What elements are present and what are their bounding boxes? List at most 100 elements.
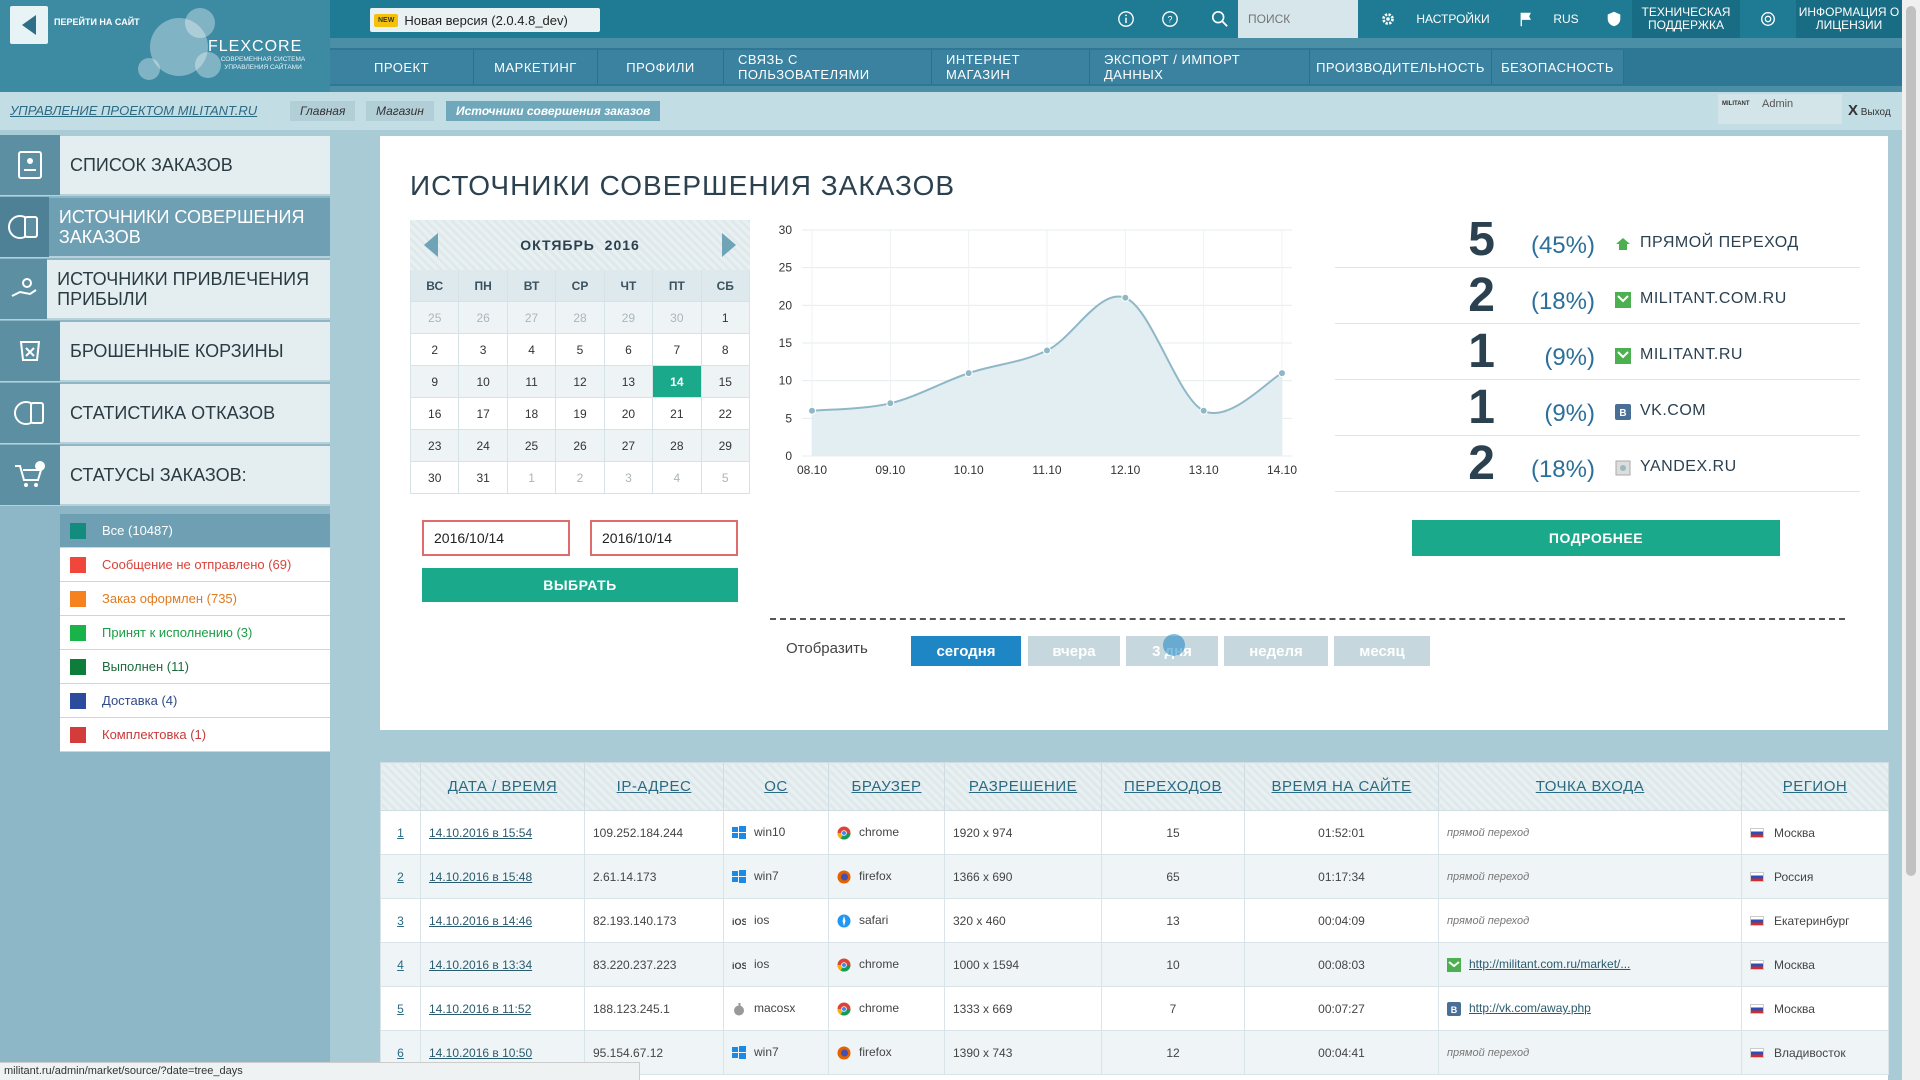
status-not-sent[interactable]: Сообщение не отправлено (69) <box>60 548 330 582</box>
nav-performance[interactable]: ПРОИЗВОДИТЕЛЬНОСТЬ <box>1310 50 1492 84</box>
calendar-day[interactable]: 6 <box>604 334 654 366</box>
table-row[interactable]: 2 14.10.2016 в 15:48 2.61.14.173 win7 firefo… <box>380 854 1889 899</box>
calendar-day[interactable]: 27 <box>507 302 557 334</box>
nav-online-store[interactable]: ИНТЕРНЕТ МАГАЗИН <box>932 50 1090 84</box>
sidebar-item-order-sources[interactable]: ИСТОЧНИКИ СОВЕРШЕНИЯ ЗАКАЗОВ <box>0 197 330 258</box>
support-icon-button[interactable] <box>1596 0 1632 38</box>
select-button[interactable]: ВЫБРАТЬ <box>422 568 738 602</box>
calendar-day[interactable]: 14 <box>653 366 702 398</box>
nav-user-communication[interactable]: СВЯЗЬ С ПОЛЬЗОВАТЕЛЯМИ <box>724 50 932 84</box>
calendar-day[interactable]: 25 <box>507 430 557 462</box>
calendar-day[interactable]: 3 <box>604 462 654 494</box>
calendar-day[interactable]: 26 <box>556 430 605 462</box>
language-flag-button[interactable] <box>1508 0 1544 38</box>
new-version-notice[interactable]: NEW Новая версия (2.0.4.8_dev) <box>370 8 600 32</box>
calendar-day[interactable]: 29 <box>604 302 654 334</box>
column-header[interactable]: ПЕРЕХОДОВ <box>1101 762 1245 811</box>
calendar-day[interactable]: 13 <box>604 366 654 398</box>
nav-marketing[interactable]: МАРКЕТИНГ <box>474 50 598 84</box>
status-placed[interactable]: Заказ оформлен (735) <box>60 582 330 616</box>
sidebar-item-bounce-stats[interactable]: СТАТИСТИКА ОТКАЗОВ <box>0 383 330 444</box>
scrollbar-thumb[interactable] <box>1906 6 1916 876</box>
logout-button[interactable]: X Выход <box>1848 102 1891 119</box>
license-button[interactable]: ИНФОРМАЦИЯ О ЛИЦЕНЗИИ <box>1796 0 1902 38</box>
calendar-day[interactable]: 21 <box>653 398 702 430</box>
datetime-link[interactable]: 14.10.2016 в 15:48 <box>420 854 585 899</box>
language-button[interactable]: RUS <box>1546 0 1586 38</box>
calendar-day[interactable]: 3 <box>459 334 508 366</box>
nav-profiles[interactable]: ПРОФИЛИ <box>598 50 724 84</box>
calendar-day[interactable]: 4 <box>507 334 557 366</box>
row-number[interactable]: 3 <box>380 898 421 943</box>
calendar-day[interactable]: 5 <box>701 462 750 494</box>
user-box[interactable]: MILITANT Admin <box>1718 94 1842 124</box>
calendar-day[interactable]: 2 <box>411 334 460 366</box>
datetime-link[interactable]: 14.10.2016 в 14:46 <box>420 898 585 943</box>
nav-security[interactable]: БЕЗОПАСНОСТЬ <box>1492 50 1624 84</box>
date-to-input[interactable]: 2016/10/14 <box>590 520 738 556</box>
back-to-site-button[interactable] <box>10 6 48 44</box>
column-header[interactable]: IP-АДРЕС <box>584 762 724 811</box>
entry-point-link[interactable]: http://vk.com/away.php <box>1469 1001 1591 1015</box>
period-today-button[interactable]: сегодня <box>911 636 1021 666</box>
calendar-day[interactable]: 30 <box>411 462 460 494</box>
sidebar-item-abandoned-carts[interactable]: БРОШЕННЫЕ КОРЗИНЫ <box>0 321 330 382</box>
calendar-day[interactable]: 27 <box>604 430 654 462</box>
calendar-day[interactable]: 11 <box>507 366 557 398</box>
status-all[interactable]: Все (10487) <box>60 514 330 548</box>
calendar-day[interactable]: 10 <box>459 366 508 398</box>
datetime-link[interactable]: 14.10.2016 в 15:54 <box>420 810 585 855</box>
calendar-day[interactable]: 25 <box>411 302 460 334</box>
datetime-link[interactable]: 14.10.2016 в 11:52 <box>420 986 585 1031</box>
column-header[interactable]: РАЗРЕШЕНИЕ <box>944 762 1102 811</box>
entry-point-link[interactable]: http://militant.com.ru/market/... <box>1469 957 1630 971</box>
period-yesterday-button[interactable]: вчера <box>1028 636 1120 666</box>
calendar-day[interactable]: 30 <box>653 302 702 334</box>
table-row[interactable]: 1 14.10.2016 в 15:54 109.252.184.244 win10 c… <box>380 810 1889 855</box>
status-packing[interactable]: Комплектовка (1) <box>60 718 330 752</box>
calendar-day[interactable]: 31 <box>459 462 508 494</box>
settings-button[interactable]: НАСТРОЙКИ <box>1410 0 1496 38</box>
row-number[interactable]: 1 <box>380 810 421 855</box>
calendar-day[interactable]: 28 <box>556 302 605 334</box>
page-scrollbar[interactable] <box>1902 0 1920 1080</box>
date-from-input[interactable]: 2016/10/14 <box>422 520 570 556</box>
calendar-day[interactable]: 9 <box>411 366 460 398</box>
column-header[interactable]: РЕГИОН <box>1741 762 1889 811</box>
row-number[interactable]: 2 <box>380 854 421 899</box>
status-done[interactable]: Выполнен (11) <box>60 650 330 684</box>
nav-project[interactable]: ПРОЕКТ <box>330 50 474 84</box>
sidebar-item-order-statuses[interactable]: СТАТУСЫ ЗАКАЗОВ: <box>0 445 330 506</box>
calendar-day[interactable]: 7 <box>653 334 702 366</box>
table-row[interactable]: 5 14.10.2016 в 11:52 188.123.245.1 macosx ch… <box>380 986 1889 1031</box>
column-header[interactable]: ВРЕМЯ НА САЙТЕ <box>1244 762 1439 811</box>
settings-icon-button[interactable] <box>1370 0 1406 38</box>
period-week-button[interactable]: неделя <box>1224 636 1328 666</box>
license-icon-button[interactable] <box>1750 0 1786 38</box>
search-button[interactable] <box>1202 0 1238 38</box>
sidebar-item-profit-sources[interactable]: ИСТОЧНИКИ ПРИВЛЕЧЕНИЯ ПРИБЫЛИ <box>0 259 330 320</box>
info-button[interactable] <box>1108 0 1144 38</box>
status-delivery[interactable]: Доставка (4) <box>60 684 330 718</box>
breadcrumb-store[interactable]: Магазин <box>366 101 434 121</box>
table-row[interactable]: 4 14.10.2016 в 13:34 83.220.237.223 iOS ios c… <box>380 942 1889 987</box>
sidebar-item-orders-list[interactable]: СПИСОК ЗАКАЗОВ <box>0 135 330 196</box>
column-header[interactable]: ДАТА / ВРЕМЯ <box>420 762 585 811</box>
help-button[interactable]: ? <box>1152 0 1188 38</box>
calendar-prev-icon[interactable] <box>424 233 438 257</box>
calendar-day[interactable]: 26 <box>459 302 508 334</box>
table-row[interactable]: 3 14.10.2016 в 14:46 82.193.140.173 iOS ios s… <box>380 898 1889 943</box>
calendar-day[interactable]: 29 <box>701 430 750 462</box>
column-header[interactable]: БРАУЗЕР <box>828 762 945 811</box>
search-input[interactable] <box>1248 12 1348 26</box>
goto-site-link[interactable]: ПЕРЕЙТИ НА САЙТ <box>54 17 140 27</box>
calendar-day[interactable]: 8 <box>701 334 750 366</box>
calendar-day[interactable]: 17 <box>459 398 508 430</box>
calendar-day[interactable]: 5 <box>556 334 605 366</box>
nav-export-import[interactable]: ЭКСПОРТ / ИМПОРТ ДАННЫХ <box>1090 50 1310 84</box>
calendar-day[interactable]: 22 <box>701 398 750 430</box>
calendar-next-icon[interactable] <box>722 233 736 257</box>
calendar-day[interactable]: 24 <box>459 430 508 462</box>
datetime-link[interactable]: 14.10.2016 в 13:34 <box>420 942 585 987</box>
calendar-day[interactable]: 18 <box>507 398 557 430</box>
